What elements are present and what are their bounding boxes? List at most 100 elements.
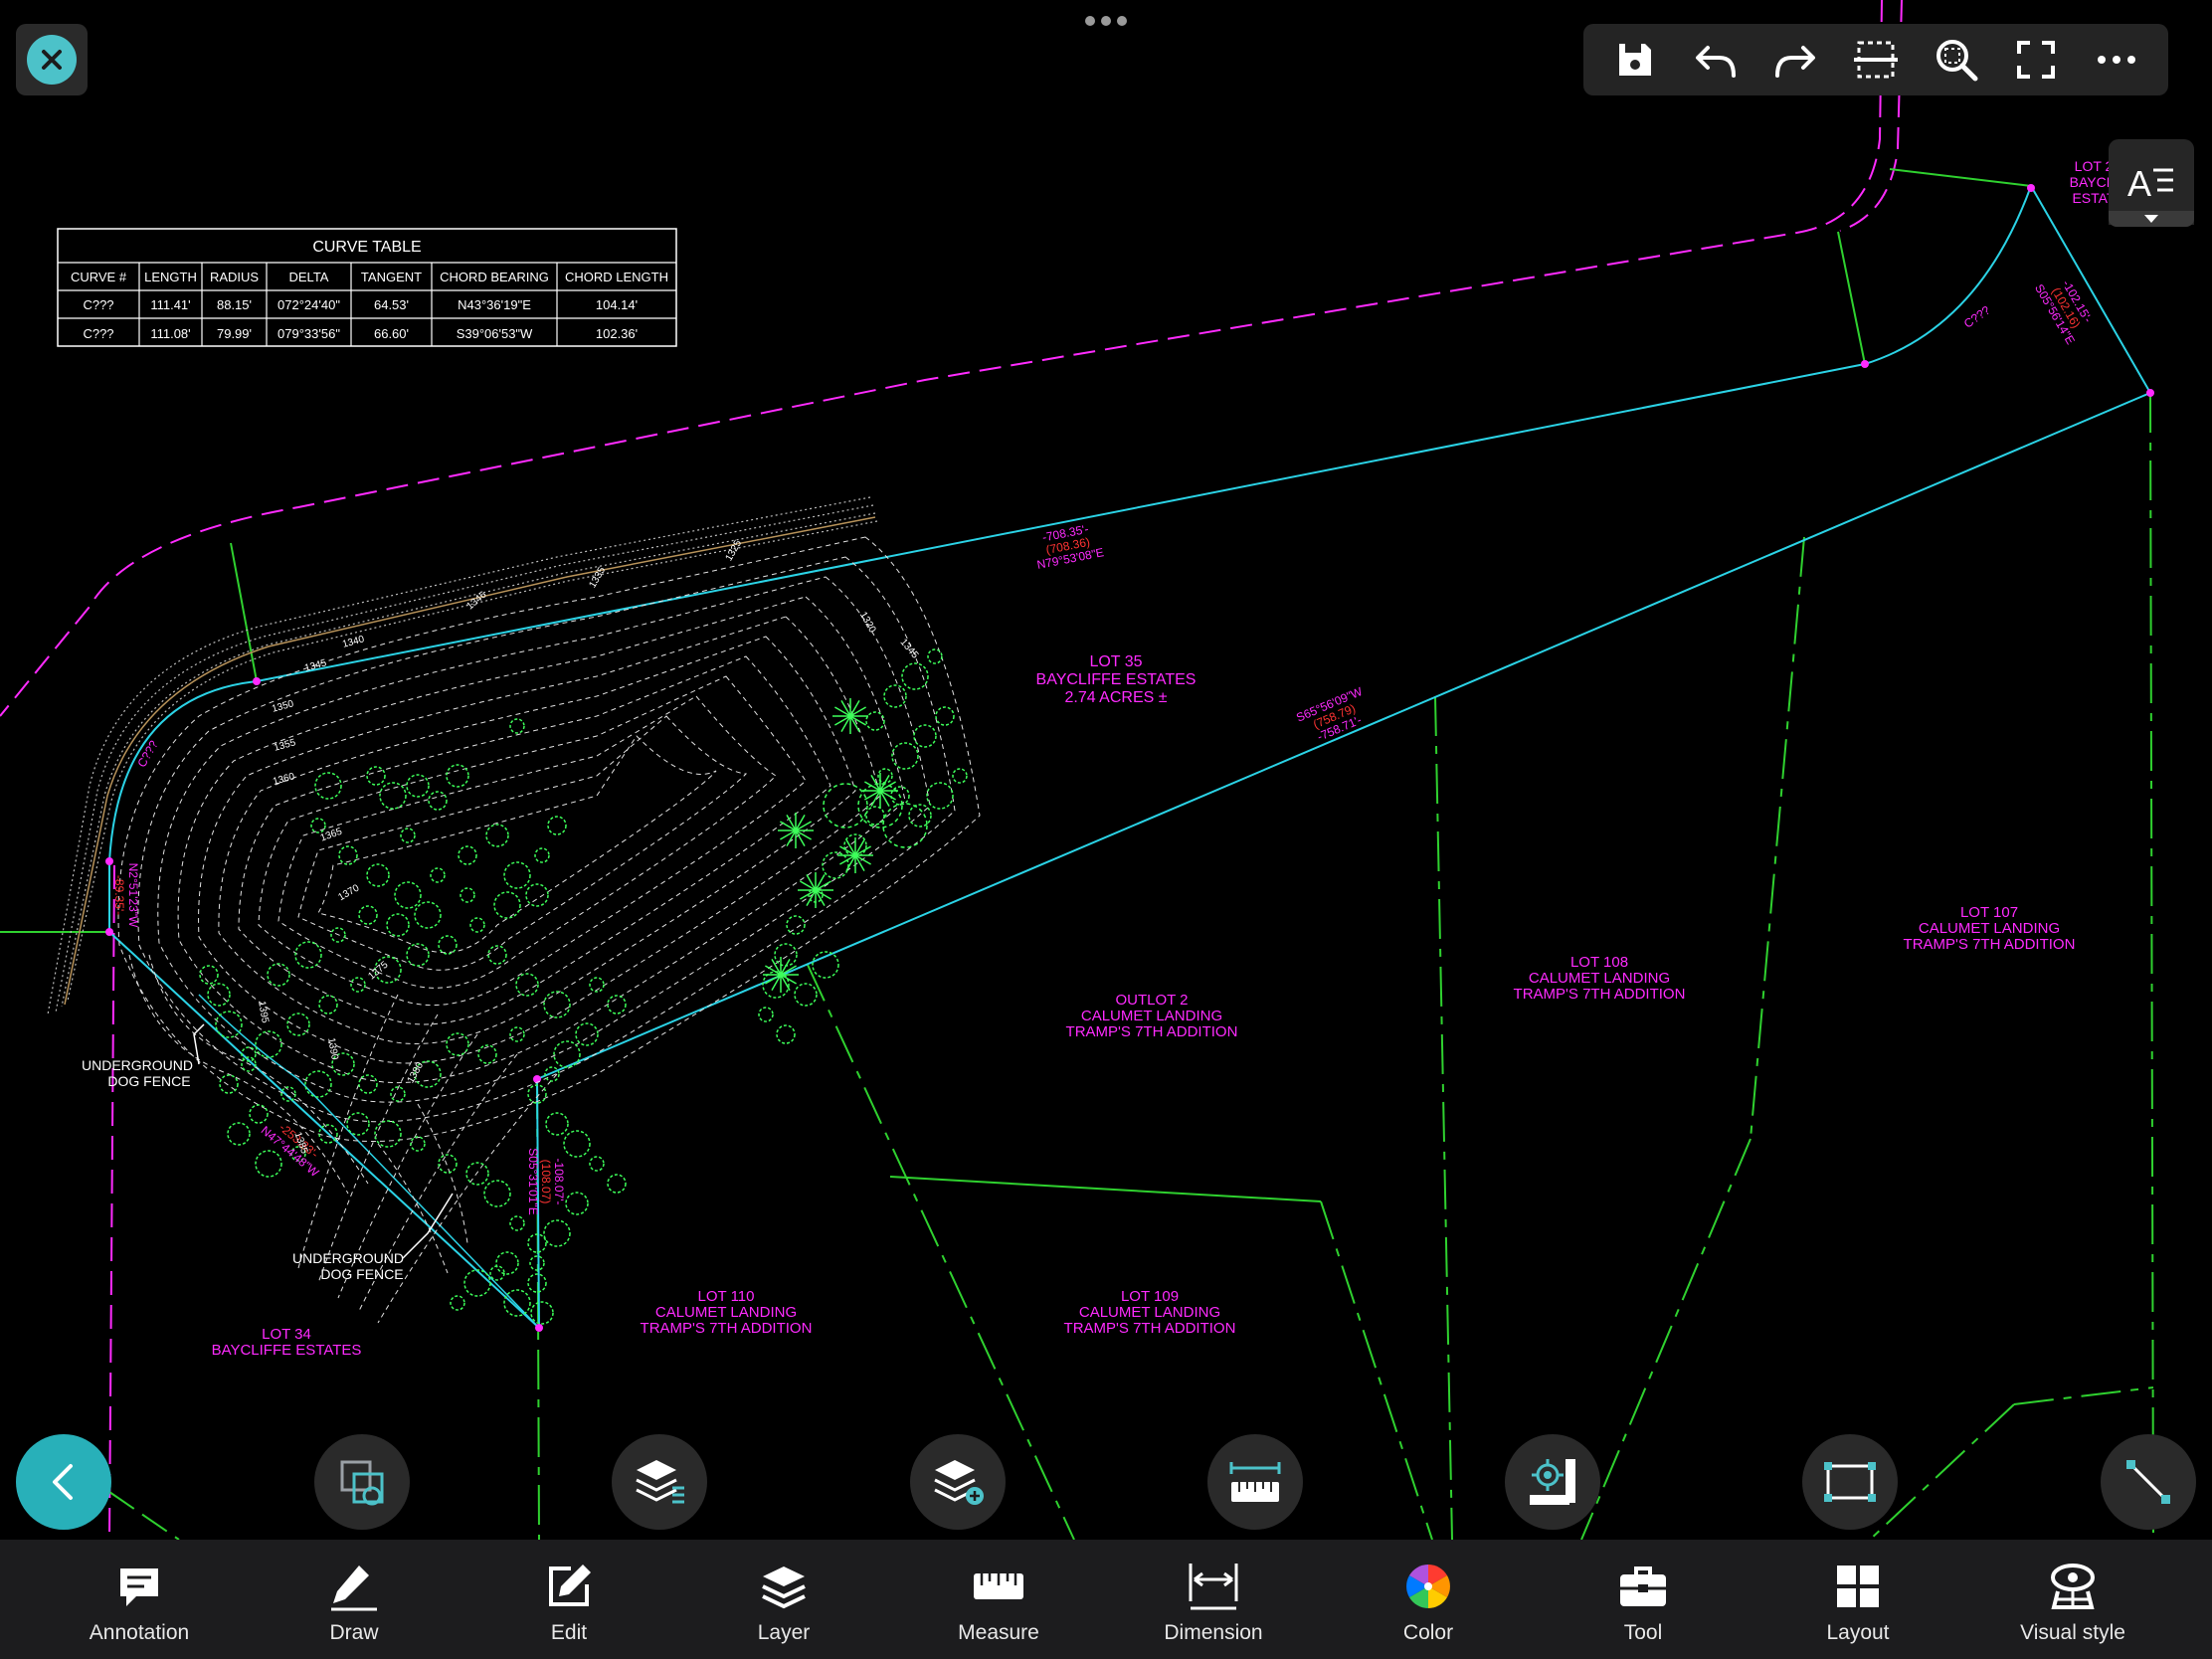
tool-tab[interactable]: Tool bbox=[1554, 1540, 1733, 1659]
tree-symbol bbox=[589, 1156, 605, 1172]
annotation-tab[interactable]: Annotation bbox=[50, 1540, 229, 1659]
draw-tab[interactable]: Draw bbox=[265, 1540, 444, 1659]
tree-symbol bbox=[358, 905, 378, 925]
svg-text:DOG FENCE: DOG FENCE bbox=[107, 1073, 190, 1089]
curve-table-cell: 66.60' bbox=[374, 326, 409, 341]
curve-table-cell: 102.36' bbox=[596, 326, 638, 341]
top-toolbar bbox=[1583, 24, 2168, 95]
undo-button[interactable] bbox=[1684, 28, 1748, 92]
settings-ruler-icon bbox=[1530, 1459, 1575, 1505]
redo-button[interactable] bbox=[1763, 28, 1827, 92]
chevron-left-icon bbox=[53, 1464, 73, 1500]
large-tree-symbol bbox=[823, 783, 868, 829]
tree-symbol bbox=[255, 1150, 282, 1178]
tree-symbol bbox=[450, 1295, 465, 1311]
tree-symbol bbox=[255, 1030, 282, 1058]
collapse-tools-button[interactable] bbox=[16, 1434, 111, 1530]
tree-symbol bbox=[901, 662, 929, 690]
measure-label: Measure bbox=[958, 1621, 1039, 1644]
tool-label: Tool bbox=[1623, 1621, 1663, 1644]
color-label: Color bbox=[1402, 1621, 1454, 1644]
layers-list-icon bbox=[636, 1460, 684, 1504]
tree-symbol bbox=[774, 943, 798, 967]
close-button[interactable] bbox=[16, 24, 88, 95]
layer-icon bbox=[762, 1567, 806, 1609]
edit-tab[interactable]: Edit bbox=[479, 1540, 658, 1659]
select-objects-button[interactable] bbox=[314, 1434, 410, 1530]
visual-style-tab[interactable]: Visual style bbox=[1983, 1540, 2162, 1659]
tree-symbol bbox=[565, 1192, 589, 1215]
zoom-extents-button[interactable] bbox=[1925, 28, 1988, 92]
curve-table-cell: 64.53' bbox=[374, 297, 409, 312]
property-boundary bbox=[108, 185, 2151, 1329]
curve-table-cell: N43°36'19"E bbox=[458, 297, 531, 312]
svg-text:LOT 109: LOT 109 bbox=[1121, 1288, 1179, 1305]
tree-symbol bbox=[286, 1013, 310, 1036]
tree-symbol bbox=[865, 711, 885, 731]
rectangle-button[interactable] bbox=[1802, 1434, 1898, 1530]
layout-icon bbox=[1837, 1566, 1879, 1607]
tree-symbol bbox=[794, 983, 818, 1007]
curve-table-cell: 111.08' bbox=[150, 326, 190, 341]
add-layer-button[interactable] bbox=[910, 1434, 1006, 1530]
tree-symbol bbox=[786, 915, 806, 935]
tree-symbol bbox=[530, 1301, 554, 1325]
edit-label: Edit bbox=[550, 1621, 588, 1644]
fullscreen-button[interactable] bbox=[2004, 28, 2068, 92]
dimension-label: Dimension bbox=[1164, 1621, 1263, 1644]
visual-style-icon bbox=[2051, 1564, 2095, 1609]
tree-symbol bbox=[227, 1122, 251, 1146]
tree-symbol bbox=[294, 941, 322, 969]
tree-symbol bbox=[366, 863, 390, 887]
dim-s-label: -108.07'- (108.07) S05°31'01"E bbox=[526, 1148, 566, 1214]
svg-text:DOG FENCE: DOG FENCE bbox=[320, 1266, 403, 1282]
text-style-icon: A bbox=[2127, 163, 2173, 202]
svg-text:BAYCLIFFE ESTATES: BAYCLIFFE ESTATES bbox=[1036, 671, 1197, 688]
tree-symbol bbox=[438, 1154, 458, 1174]
dim-south-label: S65°56'09"W (758.79) -758.71'- bbox=[1294, 684, 1365, 744]
curve-table-cell: 079°33'56" bbox=[277, 326, 340, 341]
lot107-label: LOT 107 CALUMET LANDING TRAMP'S 7TH ADDI… bbox=[1904, 904, 2076, 953]
redo-icon bbox=[1775, 46, 1816, 78]
tree-symbol bbox=[310, 818, 326, 833]
tree-symbol bbox=[379, 782, 407, 810]
tree-symbol bbox=[460, 887, 475, 903]
contour-label: 1325 bbox=[724, 538, 745, 563]
visual-style-label: Visual style bbox=[2020, 1621, 2125, 1644]
quick-measure-button[interactable] bbox=[1207, 1434, 1303, 1530]
save-button[interactable] bbox=[1603, 28, 1667, 92]
layer-manager-button[interactable] bbox=[612, 1434, 707, 1530]
cad-drawing-canvas[interactable]: CURVE TABLE CURVE # LENGTH RADIUS DELTA TANG… bbox=[0, 0, 2212, 1659]
toolbox-icon bbox=[1620, 1567, 1666, 1606]
tree-symbol bbox=[758, 1007, 774, 1022]
tree-symbol bbox=[463, 1269, 491, 1297]
trim-icon bbox=[1853, 41, 1898, 79]
trim-button[interactable] bbox=[1844, 28, 1908, 92]
drag-grip-icon[interactable] bbox=[1084, 14, 1128, 32]
dimension-tab[interactable]: Dimension bbox=[1124, 1540, 1303, 1659]
svg-text:BAYCLIFFE ESTATES: BAYCLIFFE ESTATES bbox=[212, 1342, 362, 1359]
color-tab[interactable]: Color bbox=[1339, 1540, 1518, 1659]
close-icon bbox=[27, 35, 77, 85]
tree-symbol bbox=[495, 1251, 519, 1275]
dim-ne-label: -102.15'- (102.16) S05°56'14"E bbox=[2032, 277, 2095, 347]
measure-icon bbox=[974, 1573, 1023, 1599]
edit-icon bbox=[549, 1565, 591, 1606]
line-button[interactable] bbox=[2101, 1434, 2196, 1530]
tree-symbol bbox=[346, 1112, 370, 1136]
layout-tab[interactable]: Layout bbox=[1768, 1540, 1947, 1659]
layer-tab[interactable]: Layer bbox=[694, 1540, 873, 1659]
contour-label: 1370 bbox=[336, 882, 361, 903]
panel-expand-tab[interactable] bbox=[2109, 211, 2194, 227]
svg-text:TRAMP'S 7TH ADDITION: TRAMP'S 7TH ADDITION bbox=[641, 1320, 813, 1337]
curve-table-cell: 88.15' bbox=[217, 297, 252, 312]
svg-text:CALUMET LANDING: CALUMET LANDING bbox=[655, 1304, 797, 1321]
settings-tool-button[interactable] bbox=[1505, 1434, 1600, 1530]
measure-tab[interactable]: Measure bbox=[909, 1540, 1088, 1659]
tree-symbol bbox=[304, 1070, 332, 1098]
tree-symbol bbox=[543, 1219, 571, 1247]
curve-table-header-cell: CHORD LENGTH bbox=[565, 270, 668, 284]
more-button[interactable] bbox=[2085, 28, 2148, 92]
curve-table-cell: S39°06'53"W bbox=[457, 326, 533, 341]
curve-table-cell: 104.14' bbox=[596, 297, 638, 312]
